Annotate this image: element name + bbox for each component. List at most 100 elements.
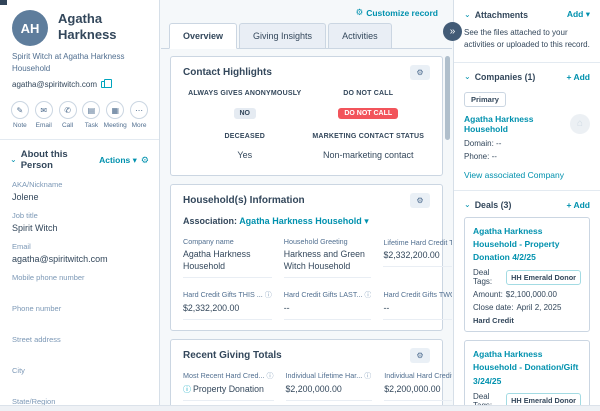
companies-add-button[interactable]: + Add <box>566 72 590 82</box>
deal-card: Agatha Harkness Household - Property Don… <box>464 217 590 333</box>
chevron-down-icon[interactable]: ⌄ <box>464 73 471 81</box>
card-title: Household(s) Information <box>183 195 305 206</box>
meeting-action[interactable]: ▦ Meeting <box>103 101 127 129</box>
deal-card: Agatha Harkness Household - Donation/Gif… <box>464 340 590 405</box>
primary-badge: Primary <box>464 92 506 107</box>
contact-highlights-card: Contact Highlights ⚙ ALWAYS GIVES ANONYM… <box>170 56 443 176</box>
chevron-down-icon[interactable]: ⌄ <box>10 156 17 164</box>
card-settings-button[interactable]: ⚙ <box>410 65 430 80</box>
phone-label: Phone: <box>464 152 489 161</box>
customize-record-link[interactable]: ⚙ Customize record <box>356 7 438 18</box>
household-field[interactable]: Lifetime Hard Credit To...ⓘ $2,332,200.0… <box>383 237 452 278</box>
field-phone[interactable]: Phone number <box>12 304 147 327</box>
card-title: Recent Giving Totals <box>183 350 282 361</box>
association-label: Association: <box>183 216 237 226</box>
card-settings-button[interactable]: ⚙ <box>410 348 430 363</box>
card-settings-button[interactable]: ⚙ <box>410 193 430 208</box>
caret-down-icon: ▾ <box>133 155 137 165</box>
do-not-call-badge: DO NOT CALL <box>338 108 398 119</box>
building-icon: ⌂ <box>577 118 583 129</box>
caret-down-icon: ▾ <box>364 216 369 226</box>
chevron-down-icon[interactable]: ⌄ <box>464 11 471 19</box>
field-email[interactable]: Email agatha@spiritwitch.com <box>12 242 147 265</box>
highlight-do-not-call: DO NOT CALL DO NOT CALL <box>307 90 431 120</box>
giving-field[interactable]: Individual Hard Credit ...ⓘ $2,200,000.0… <box>384 371 452 401</box>
companies-section: ⌄ Companies (1) + Add Primary Agatha Har… <box>454 62 600 190</box>
window-corner <box>0 0 7 5</box>
email-action[interactable]: ✉ Email <box>32 101 56 129</box>
highlight-marketing-contact-status: MARKETING CONTACT STATUS Non-marketing c… <box>307 133 431 163</box>
quick-actions: ✎ Note ✉ Email ✆ Call ▤ Task ▦ Meeting ⋯… <box>0 89 159 135</box>
deals-section: ⌄ Deals (3) + Add Agatha Harkness Househ… <box>454 190 600 405</box>
task-icon: ▤ <box>88 106 96 115</box>
status-badge: NO <box>234 108 257 119</box>
collapse-sidebar-button[interactable]: » <box>443 22 462 41</box>
info-icon: ⓘ <box>183 385 191 394</box>
field-aka-nickname[interactable]: AKA/Nickname Jolene <box>12 180 147 203</box>
household-field[interactable]: Hard Credit Gifts TWO ...ⓘ -- <box>383 290 452 320</box>
chevron-down-icon[interactable]: ⌄ <box>464 201 471 209</box>
contact-email[interactable]: agatha@spiritwitch.com <box>12 80 97 89</box>
contact-profile: AH Agatha Harkness Spirit Witch at Agath… <box>0 0 159 89</box>
association-link[interactable]: Agatha Harkness Household ▾ <box>239 216 369 226</box>
companies-title: Companies (1) <box>475 72 563 82</box>
giving-field[interactable]: Most Recent Hard Cred...ⓘ ⓘProperty Dona… <box>183 371 274 401</box>
note-action[interactable]: ✎ Note <box>8 101 32 129</box>
field-state-region[interactable]: State/Region New Jersey ▾ <box>12 397 147 405</box>
associations-sidebar: ⌄ Attachments Add ▾ See the files attach… <box>453 0 600 405</box>
deal-link[interactable]: Agatha Harkness Household - Donation/Gif… <box>473 348 581 388</box>
field-mobile-phone[interactable]: Mobile phone number <box>12 273 147 296</box>
info-icon: ⓘ <box>267 371 274 381</box>
call-action[interactable]: ✆ Call <box>56 101 80 129</box>
gear-icon: ⚙ <box>416 68 423 77</box>
tab-activities[interactable]: Activities <box>328 23 392 48</box>
record-tabs: Overview Giving Insights Activities <box>161 23 452 49</box>
field-street-address[interactable]: Street address <box>12 335 147 358</box>
view-associated-company-link[interactable]: View associated Company <box>464 170 590 180</box>
attachments-title: Attachments <box>475 10 563 20</box>
more-action[interactable]: ⋯ More <box>127 101 151 129</box>
deal-tags-label: Deal Tags: <box>473 268 503 286</box>
tab-giving-insights[interactable]: Giving Insights <box>239 23 326 48</box>
close-date-label: Close date: <box>473 303 513 312</box>
household-field[interactable]: Company name Agatha Harkness Household <box>183 237 272 278</box>
household-field[interactable]: Hard Credit Gifts THIS ...ⓘ $2,332,200.0… <box>183 290 272 320</box>
amount-label: Amount: <box>473 290 503 299</box>
deal-link[interactable]: Agatha Harkness Household - Property Don… <box>473 225 581 265</box>
field-job-title[interactable]: Job title Spirit Witch <box>12 211 147 234</box>
highlight-deceased: DECEASED Yes <box>183 133 307 163</box>
attachments-add-button[interactable]: Add ▾ <box>567 9 590 20</box>
copy-icon[interactable] <box>101 81 107 88</box>
task-action[interactable]: ▤ Task <box>79 101 103 129</box>
attachments-section: ⌄ Attachments Add ▾ See the files attach… <box>454 0 600 62</box>
contact-sidebar: AH Agatha Harkness Spirit Witch at Agath… <box>0 0 160 405</box>
horizontal-scrollbar[interactable] <box>0 405 600 411</box>
company-item: Agatha Harkness Household Domain: -- Pho… <box>464 114 590 161</box>
record-main-panel: ⚙ Customize record Overview Giving Insig… <box>161 0 452 405</box>
domain-label: Domain: <box>464 139 494 148</box>
note-icon: ✎ <box>17 106 24 115</box>
actions-dropdown[interactable]: Actions ▾ <box>99 155 137 166</box>
deals-title: Deals (3) <box>475 200 563 210</box>
card-title: Contact Highlights <box>183 67 272 78</box>
meeting-icon: ▦ <box>111 106 119 115</box>
about-settings-gear-icon[interactable]: ⚙ <box>141 155 149 166</box>
deal-tag-badge: HH Emerald Donor <box>506 270 581 285</box>
company-link[interactable]: Agatha Harkness Household <box>464 114 564 134</box>
field-city[interactable]: City <box>12 366 147 389</box>
deal-tag-badge: HH Emerald Donor <box>506 393 581 405</box>
tab-overview[interactable]: Overview <box>169 23 237 49</box>
collapse-icon: » <box>450 26 456 37</box>
call-icon: ✆ <box>64 106 71 115</box>
about-section-title: About this Person <box>21 149 95 171</box>
household-field[interactable]: Hard Credit Gifts LAST...ⓘ -- <box>284 290 372 320</box>
deals-add-button[interactable]: + Add <box>566 200 590 210</box>
deal-tags-label: Deal Tags: <box>473 392 503 405</box>
vertical-scrollbar[interactable] <box>445 56 450 140</box>
giving-field[interactable]: Individual Lifetime Har...ⓘ $2,200,000.0… <box>286 371 373 401</box>
avatar: AH <box>12 10 48 46</box>
contact-name: Agatha Harkness <box>58 10 147 42</box>
email-icon: ✉ <box>40 106 47 115</box>
about-fields: AKA/Nickname Jolene Job title Spirit Wit… <box>0 178 159 405</box>
household-field[interactable]: Household Greeting Harkness and Green Wi… <box>284 237 372 278</box>
